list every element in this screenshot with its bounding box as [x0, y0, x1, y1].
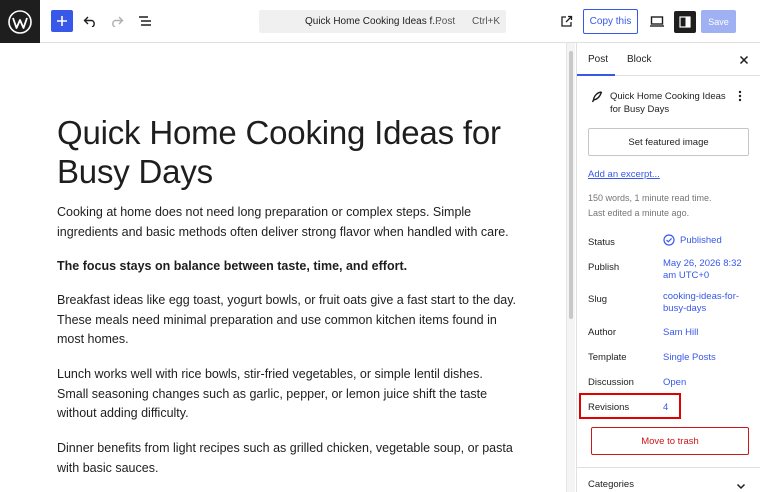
slug-value[interactable]: cooking-ideas-for-busy-days [663, 291, 753, 315]
categories-panel-toggle[interactable]: Categories [588, 479, 634, 490]
status-value-button[interactable]: Published [663, 234, 722, 246]
editor-canvas[interactable]: Quick Home Cooking Ideas for Busy Days C… [0, 43, 566, 492]
undo-button[interactable] [80, 11, 100, 31]
discussion-value[interactable]: Open [663, 377, 753, 389]
editor-scrollbar[interactable] [566, 43, 575, 492]
paragraph-block[interactable]: Cooking at home does not need long prepa… [57, 203, 517, 242]
scrollbar-thumb[interactable] [569, 51, 573, 319]
paragraph-block[interactable]: Lunch works well with rice bowls, stir-f… [57, 365, 517, 424]
move-to-trash-button[interactable]: Move to trash [591, 427, 749, 455]
command-palette-bar[interactable]: Quick Home Cooking Ideas f... · Post Ctr… [259, 10, 506, 33]
add-block-button[interactable] [51, 10, 73, 32]
settings-sidebar-toggle[interactable] [674, 11, 696, 33]
tab-block[interactable]: Block [627, 54, 651, 65]
close-icon [739, 55, 749, 65]
paragraph-block[interactable]: Dinner benefits from light recipes such … [57, 439, 517, 478]
post-card-title: Quick Home Cooking Ideas for Busy Days [610, 91, 726, 115]
word-count-info: 150 words, 1 minute read time. [588, 193, 712, 203]
post-title[interactable]: Quick Home Cooking Ideas for Busy Days [57, 113, 527, 191]
command-post-type: · Post [429, 16, 456, 27]
more-vertical-icon [738, 90, 742, 102]
discussion-label: Discussion [588, 377, 634, 388]
settings-sidebar: Post Block Quick Home Cooking Ideas for … [576, 43, 760, 492]
chevron-down-icon-svg [736, 483, 746, 490]
publish-date-value[interactable]: May 26, 2026 8:32 am UTC+0 [663, 258, 753, 282]
template-label: Template [588, 352, 627, 363]
published-check-icon [663, 234, 675, 246]
undo-icon [83, 16, 95, 27]
revisions-label: Revisions [588, 402, 630, 413]
revisions-count-link[interactable]: 4 [663, 402, 753, 414]
sidebar-icon [679, 16, 691, 28]
desktop-icon [650, 15, 664, 27]
list-view-icon [139, 16, 151, 26]
copy-this-button[interactable]: Copy this [583, 9, 638, 34]
slug-label: Slug [588, 294, 608, 305]
feather-icon [591, 91, 603, 103]
chevron-down-icon[interactable] [735, 479, 747, 491]
paragraph-block[interactable]: Breakfast ideas like egg toast, yogurt b… [57, 291, 517, 350]
command-post-title: Quick Home Cooking Ideas f... [305, 16, 441, 27]
status-value: Published [680, 234, 722, 246]
redo-icon [112, 16, 124, 27]
tab-post[interactable]: Post [588, 54, 608, 65]
paragraph-block-bold[interactable]: The focus stays on balance between taste… [57, 257, 517, 277]
panel-divider [577, 467, 760, 468]
template-value[interactable]: Single Posts [663, 352, 753, 364]
wordpress-icon [8, 9, 32, 34]
post-icon [591, 90, 603, 103]
external-link-icon [560, 15, 572, 27]
author-value[interactable]: Sam Hill [663, 327, 753, 339]
author-label: Author [588, 327, 616, 338]
editor-header: Quick Home Cooking Ideas f... · Post Ctr… [0, 0, 760, 43]
publish-label: Publish [588, 262, 620, 273]
status-label: Status [588, 237, 615, 248]
document-overview-button[interactable] [135, 11, 155, 31]
set-featured-image-button[interactable]: Set featured image [588, 128, 749, 156]
active-tab-indicator [577, 74, 615, 76]
wordpress-logo-icon[interactable] [0, 0, 40, 43]
add-excerpt-link[interactable]: Add an excerpt... [588, 169, 660, 180]
command-shortcut: Ctrl+K [472, 16, 501, 27]
close-sidebar-button[interactable] [737, 53, 751, 67]
redo-button[interactable] [107, 11, 127, 31]
view-post-button[interactable] [556, 11, 576, 31]
sidebar-tabs: Post Block [577, 43, 760, 76]
plus-icon [57, 16, 67, 26]
save-button[interactable]: Save [701, 10, 736, 33]
preview-device-button[interactable] [647, 11, 667, 31]
post-actions-button[interactable] [733, 89, 747, 103]
last-edited-info: Last edited a minute ago. [588, 208, 690, 218]
